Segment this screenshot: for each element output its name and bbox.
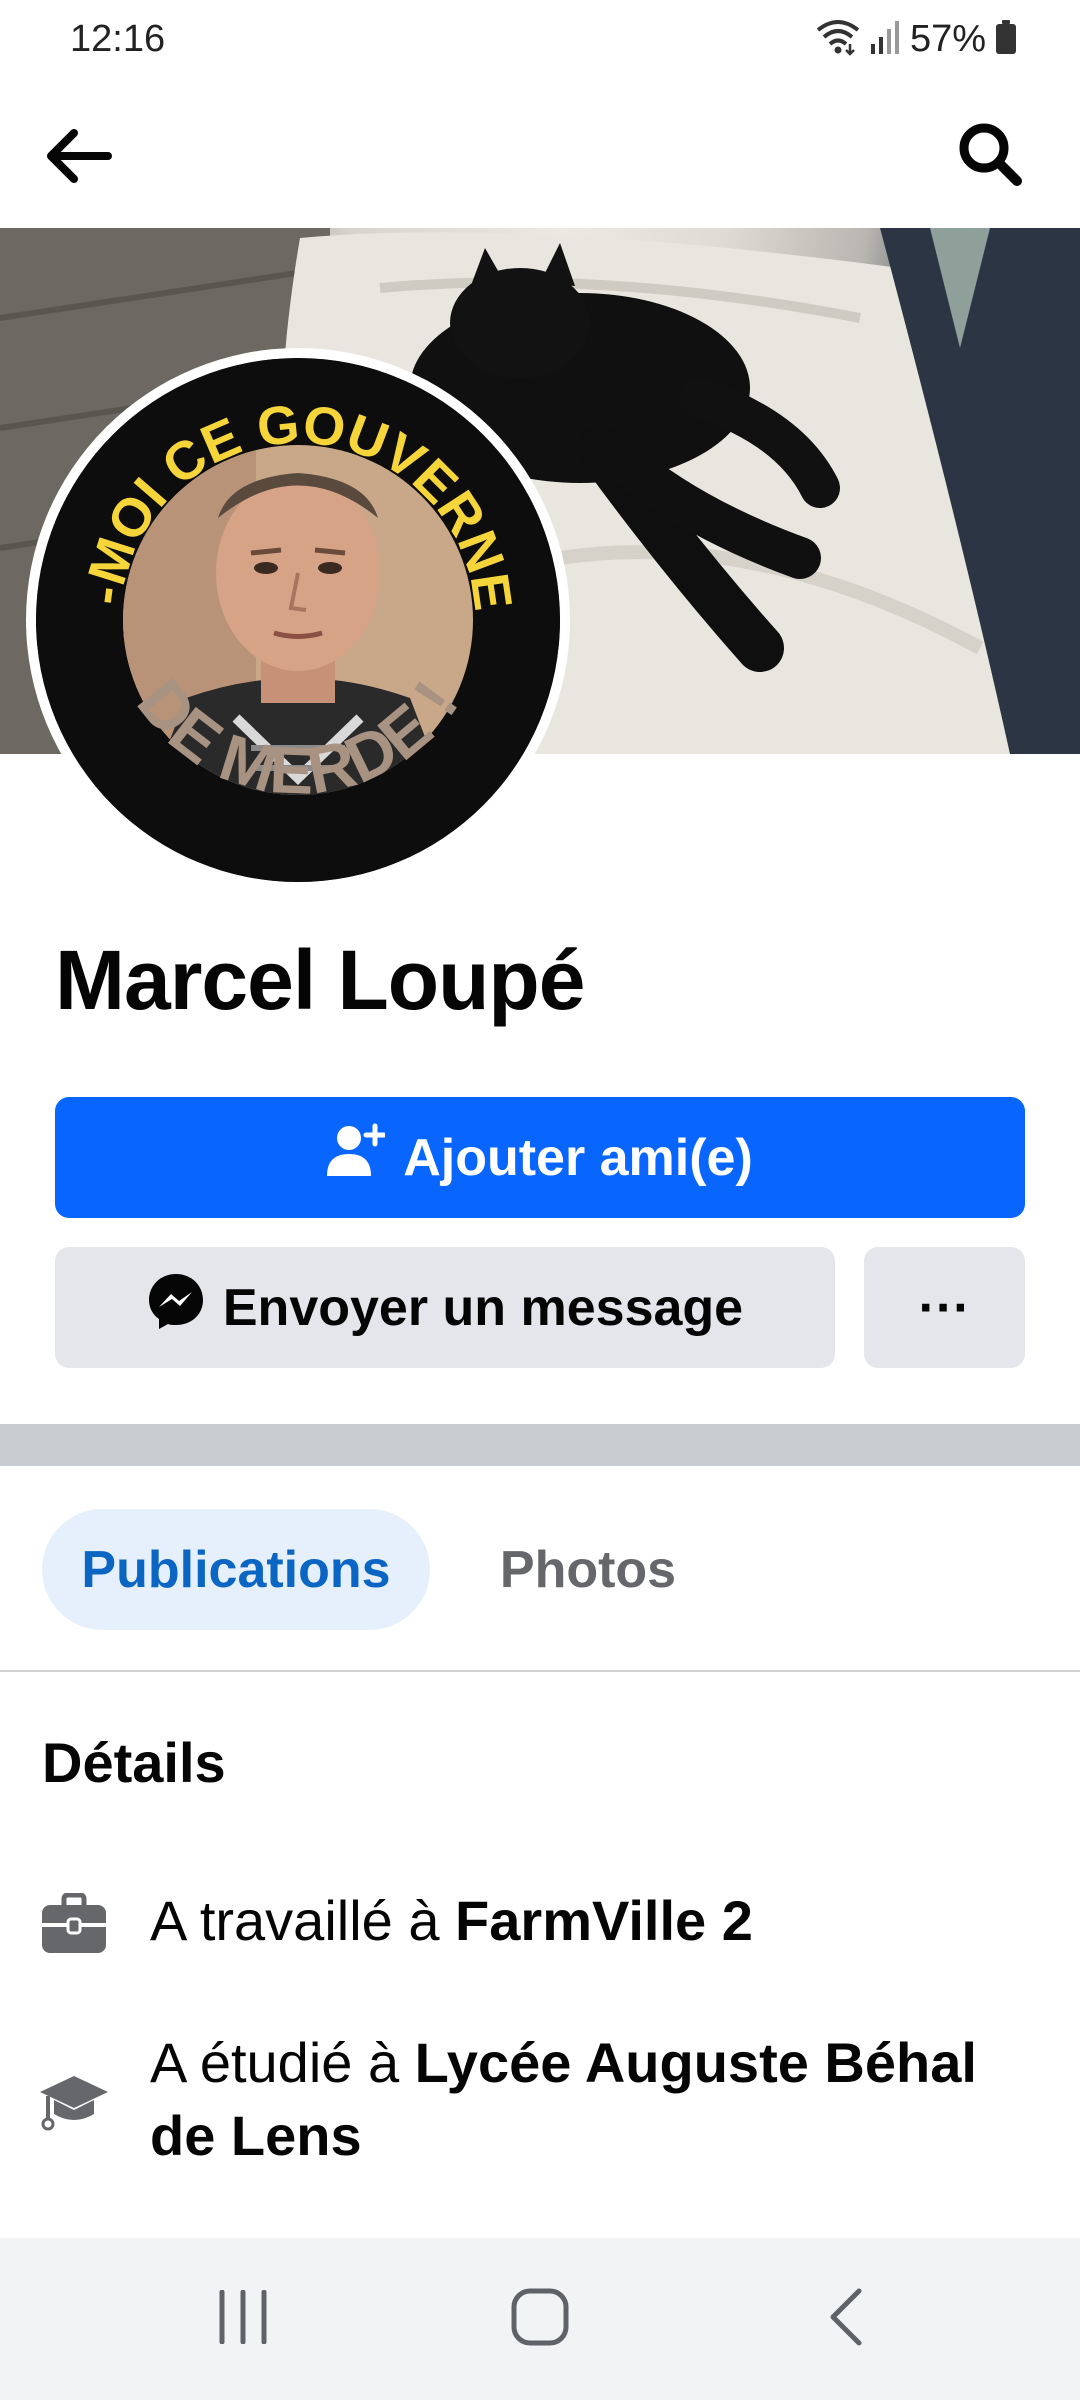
tab-label: Photos	[499, 1540, 677, 1599]
search-icon	[955, 119, 1025, 194]
messenger-icon	[147, 1272, 205, 1343]
add-friend-button[interactable]: Ajouter ami(e)	[55, 1097, 1025, 1218]
avatar[interactable]: VIREZ-MOI CE GOUVERNEMENT DE MERDE !	[36, 358, 560, 882]
detail-prefix: A étudié à	[150, 2031, 415, 2094]
detail-prefix: A travaillé à	[150, 1889, 456, 1952]
send-message-button[interactable]: Envoyer un message	[55, 1247, 835, 1368]
status-icons: 57%	[816, 14, 1016, 64]
status-time: 12:16	[70, 18, 166, 60]
home-button[interactable]	[490, 2274, 590, 2364]
signal-icon	[870, 20, 900, 59]
section-divider	[0, 1424, 1080, 1466]
detail-value: FarmVille 2	[455, 1889, 753, 1952]
details-title: Détails	[42, 1731, 226, 1794]
system-navigation-bar	[0, 2238, 1080, 2400]
top-app-bar	[0, 80, 1080, 228]
profile-name: Marcel Loupé	[55, 933, 585, 1027]
back-icon	[825, 2287, 865, 2352]
arrow-left-icon	[42, 126, 114, 191]
tab-publications[interactable]: Publications	[42, 1509, 430, 1630]
battery-percentage: 57%	[909, 17, 986, 60]
graduation-cap-icon	[38, 2066, 110, 2138]
battery-icon	[996, 19, 1016, 59]
detail-education[interactable]: A étudié à Lycée Auguste Béhal de Lens	[0, 2026, 1080, 2176]
detail-work[interactable]: A travaillé à FarmVille 2	[0, 1884, 1080, 1964]
back-button[interactable]	[36, 116, 120, 200]
add-friend-label: Ajouter ami(e)	[403, 1128, 753, 1187]
home-icon	[510, 2287, 570, 2352]
more-options-button[interactable]: ···	[864, 1247, 1025, 1368]
recent-apps-button[interactable]	[193, 2274, 293, 2364]
tab-label: Publications	[81, 1540, 391, 1599]
more-options-label: ···	[918, 1278, 971, 1337]
search-button[interactable]	[948, 114, 1032, 198]
recent-apps-icon	[216, 2289, 270, 2349]
wifi-icon	[816, 18, 860, 61]
detail-text: A étudié à Lycée Auguste Béhal de Lens	[150, 2026, 1010, 2172]
detail-text: A travaillé à FarmVille 2	[150, 1884, 1010, 1957]
nav-back-button[interactable]	[795, 2274, 895, 2364]
send-message-label: Envoyer un message	[222, 1278, 744, 1337]
status-bar: 12:16 57%	[0, 0, 1080, 80]
tabs-divider	[0, 1670, 1080, 1672]
tab-photos[interactable]: Photos	[470, 1509, 706, 1630]
briefcase-icon	[38, 1888, 110, 1960]
avatar-art: VIREZ-MOI CE GOUVERNEMENT DE MERDE !	[36, 358, 560, 882]
add-person-icon	[327, 1122, 387, 1193]
